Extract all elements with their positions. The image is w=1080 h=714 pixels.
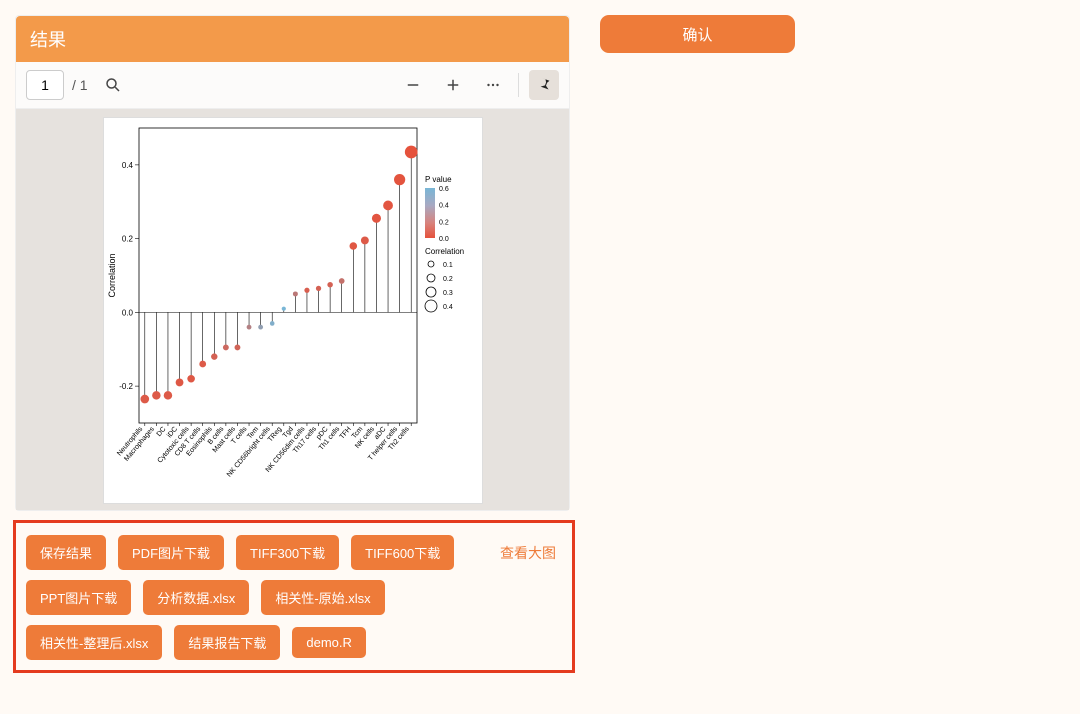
svg-text:0.1: 0.1 — [443, 262, 453, 269]
svg-text:0.4: 0.4 — [121, 161, 133, 170]
svg-text:0.2: 0.2 — [443, 276, 453, 283]
panel-title: 结果 — [16, 16, 569, 62]
svg-text:Correlation: Correlation — [107, 253, 117, 297]
svg-text:0.2: 0.2 — [121, 235, 133, 244]
download-button[interactable]: TIFF600下载 — [351, 535, 454, 570]
page-total-label: / 1 — [72, 77, 88, 93]
zoom-out-icon[interactable] — [398, 70, 428, 100]
svg-text:DC: DC — [155, 426, 167, 438]
download-button[interactable]: demo.R — [292, 627, 366, 658]
download-button[interactable]: 保存结果 — [26, 535, 106, 570]
svg-text:0.2: 0.2 — [439, 219, 449, 226]
svg-text:P value: P value — [425, 175, 452, 184]
download-button[interactable]: 相关性-整理后.xlsx — [26, 625, 162, 660]
download-button[interactable]: 相关性-原始.xlsx — [261, 580, 384, 615]
svg-text:0.3: 0.3 — [443, 290, 453, 297]
view-large-link[interactable]: 查看大图 — [500, 543, 562, 563]
pin-icon[interactable] — [529, 70, 559, 100]
confirm-button[interactable]: 确认 — [600, 15, 795, 53]
svg-text:0.4: 0.4 — [443, 304, 453, 311]
download-button[interactable]: 分析数据.xlsx — [143, 580, 249, 615]
viewer-toolbar: / 1 — [16, 62, 569, 109]
result-panel: 结果 / 1 -0.20.00.20.4Correl — [15, 15, 570, 511]
plot-viewport: -0.20.00.20.4CorrelationNeutrophilsMacro… — [16, 109, 569, 510]
page-number-input[interactable] — [26, 70, 64, 100]
svg-text:0.0: 0.0 — [121, 308, 133, 317]
download-button[interactable]: 结果报告下载 — [174, 625, 280, 660]
svg-text:TFH: TFH — [338, 426, 352, 441]
svg-text:0.0: 0.0 — [439, 236, 449, 243]
download-button[interactable]: PPT图片下载 — [26, 580, 131, 615]
svg-text:Correlation: Correlation — [425, 247, 464, 256]
chart-container: -0.20.00.20.4CorrelationNeutrophilsMacro… — [103, 117, 483, 504]
svg-text:0.6: 0.6 — [439, 186, 449, 193]
download-button[interactable]: TIFF300下载 — [236, 535, 339, 570]
download-button[interactable]: PDF图片下载 — [118, 535, 224, 570]
lollipop-chart: -0.20.00.20.4CorrelationNeutrophilsMacro… — [104, 118, 482, 503]
search-icon[interactable] — [98, 70, 128, 100]
zoom-in-icon[interactable] — [438, 70, 468, 100]
more-icon[interactable] — [478, 70, 508, 100]
svg-text:0.4: 0.4 — [439, 203, 449, 210]
svg-text:-0.2: -0.2 — [119, 382, 133, 391]
downloads-box: 保存结果 PDF图片下载 TIFF300下载 TIFF600下载 查看大图 PPT图片… — [13, 520, 575, 673]
